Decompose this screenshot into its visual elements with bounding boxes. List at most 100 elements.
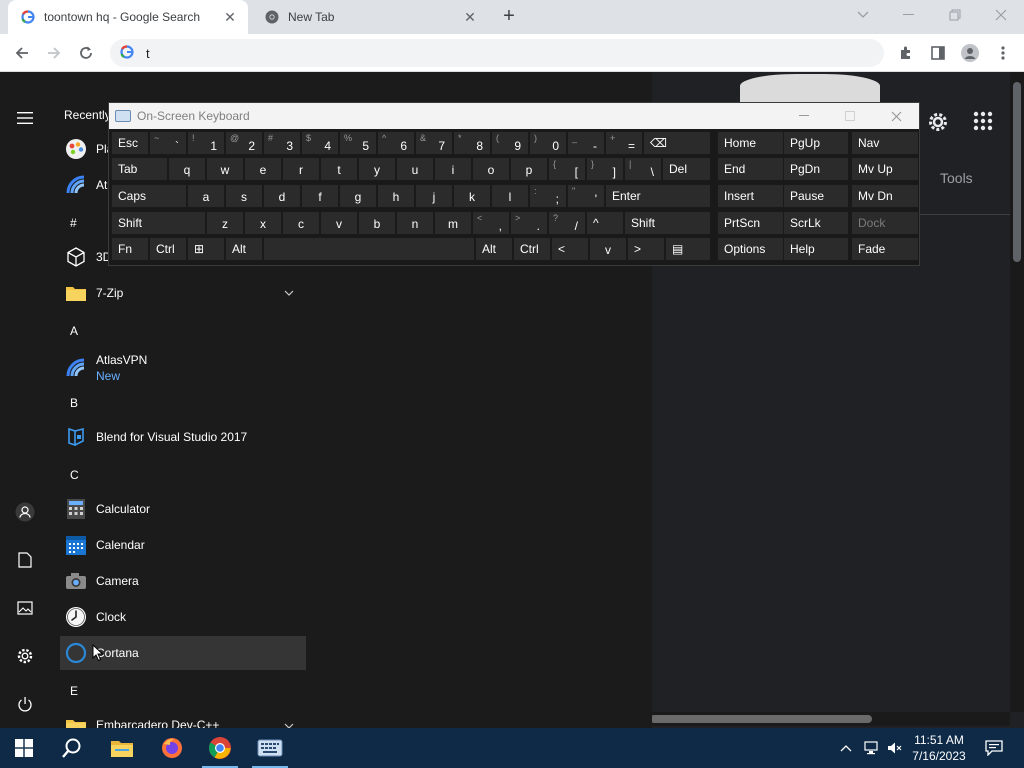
key-insert[interactable]: Insert	[717, 184, 785, 208]
key-l[interactable]: l	[491, 184, 529, 208]
side-panel-icon[interactable]	[925, 40, 951, 66]
chevron-down-icon[interactable]	[284, 287, 294, 299]
section-letter[interactable]: E	[70, 684, 78, 698]
section-letter[interactable]: B	[70, 396, 78, 410]
key-tab[interactable]: Tab	[111, 157, 168, 181]
scrollbar-thumb[interactable]	[650, 715, 872, 723]
app-item-camera[interactable]: Camera	[60, 564, 306, 598]
key-3[interactable]: #3	[263, 131, 301, 155]
horizontal-scrollbar[interactable]	[650, 712, 1010, 726]
tab-new-tab[interactable]: New Tab ✕	[252, 0, 488, 34]
vertical-scrollbar[interactable]	[1010, 72, 1024, 712]
key-7[interactable]: & 7	[415, 131, 453, 155]
key-6[interactable]: ^ 6	[377, 131, 415, 155]
close-tab-icon[interactable]: ✕	[220, 7, 240, 27]
kebab-menu-icon[interactable]	[990, 40, 1016, 66]
maximize-icon[interactable]	[827, 103, 873, 129]
onscreen-keyboard-icon[interactable]	[246, 728, 294, 768]
key--[interactable]: + =	[605, 131, 643, 155]
address-input[interactable]	[146, 45, 746, 61]
section-letter[interactable]: A	[70, 324, 78, 338]
close-icon[interactable]	[978, 0, 1024, 30]
key-4[interactable]: $4	[301, 131, 339, 155]
app-item-clock[interactable]: Clock	[60, 600, 306, 634]
minimize-icon[interactable]	[781, 103, 827, 129]
key-enter[interactable]: Enter	[605, 184, 711, 208]
key--[interactable]: <	[551, 237, 589, 261]
key-u[interactable]: u	[396, 157, 434, 181]
key-fn[interactable]: Fn	[111, 237, 149, 261]
tab-search-chevron-icon[interactable]	[840, 0, 886, 30]
key--[interactable]: | \	[624, 157, 662, 181]
restore-icon[interactable]	[932, 0, 978, 30]
hamburger-menu-icon[interactable]	[13, 106, 37, 130]
key-ctrl[interactable]: Ctrl	[149, 237, 187, 261]
key--[interactable]: ⊞	[187, 237, 225, 261]
key-nav[interactable]: Nav	[851, 131, 919, 155]
key-w[interactable]: w	[206, 157, 244, 181]
app-item-7zip[interactable]: 7-Zip	[60, 276, 306, 310]
section-letter[interactable]: #	[70, 216, 77, 230]
volume-muted-icon[interactable]	[884, 728, 906, 768]
key-help[interactable]: Help	[783, 237, 849, 261]
key-y[interactable]: y	[358, 157, 396, 181]
app-item-calculator[interactable]: Calculator	[60, 492, 306, 526]
key-t[interactable]: t	[320, 157, 358, 181]
key--[interactable]: _ -	[567, 131, 605, 155]
system-clock[interactable]: 11:51 AM 7/16/2023	[906, 732, 972, 764]
key-m[interactable]: m	[434, 211, 472, 235]
key-k[interactable]: k	[453, 184, 491, 208]
chrome-icon[interactable]	[196, 728, 244, 768]
key-home[interactable]: Home	[717, 131, 785, 155]
key-s[interactable]: s	[225, 184, 263, 208]
key-a[interactable]: a	[187, 184, 225, 208]
app-item-calendar[interactable]: Calendar	[60, 528, 306, 562]
key--[interactable]: ^	[586, 211, 624, 235]
key-c[interactable]: c	[282, 211, 320, 235]
key-0[interactable]: ) 0	[529, 131, 567, 155]
documents-icon[interactable]	[13, 548, 37, 572]
key-n[interactable]: n	[396, 211, 434, 235]
search-icon[interactable]	[48, 728, 96, 768]
key-5[interactable]: % 5	[339, 131, 377, 155]
key-b[interactable]: b	[358, 211, 396, 235]
network-icon[interactable]	[860, 728, 882, 768]
address-bar[interactable]	[110, 39, 884, 67]
key-2[interactable]: @2	[225, 131, 263, 155]
key-i[interactable]: i	[434, 157, 472, 181]
key-v[interactable]: v	[589, 237, 627, 261]
key--[interactable]: {[	[548, 157, 586, 181]
scrollbar-thumb[interactable]	[1013, 82, 1021, 262]
key-shift[interactable]: Shift	[624, 211, 711, 235]
on-screen-keyboard[interactable]: On-Screen Keyboard Esc ~ `! 1 @2 #3 $4% 5 ^ 6 & 7 * 8…	[108, 102, 920, 266]
key-caps[interactable]: Caps	[111, 184, 187, 208]
key-alt[interactable]: Alt	[475, 237, 513, 261]
settings-gear-icon[interactable]	[926, 110, 950, 134]
profile-avatar-icon[interactable]	[957, 40, 983, 66]
key-9[interactable]: (9	[491, 131, 529, 155]
tab-google-search[interactable]: toontown hq - Google Search ✕	[8, 0, 248, 34]
key--[interactable]: <,	[472, 211, 510, 235]
key-h[interactable]: h	[377, 184, 415, 208]
key-r[interactable]: r	[282, 157, 320, 181]
show-hidden-icons-chevron-icon[interactable]	[836, 728, 856, 768]
key-prtscn[interactable]: PrtScn	[717, 211, 785, 235]
key--[interactable]: ▤	[665, 237, 711, 261]
key--[interactable]: >	[627, 237, 665, 261]
reload-icon[interactable]	[73, 40, 99, 66]
windows-start-icon[interactable]	[0, 728, 48, 768]
key-8[interactable]: * 8	[453, 131, 491, 155]
key-pause[interactable]: Pause	[783, 184, 849, 208]
key-fade[interactable]: Fade	[851, 237, 919, 261]
user-account-icon[interactable]	[13, 500, 37, 524]
key-scrlk[interactable]: ScrLk	[783, 211, 849, 235]
firefox-icon[interactable]	[148, 728, 196, 768]
key--[interactable]: :;	[529, 184, 567, 208]
forward-arrow-icon[interactable]	[41, 40, 67, 66]
minimize-icon[interactable]	[886, 0, 932, 30]
extensions-puzzle-icon[interactable]	[893, 40, 919, 66]
app-item-atlasvpn[interactable]: AtlasVPN New	[60, 348, 306, 388]
key-o[interactable]: o	[472, 157, 510, 181]
key-dock[interactable]: Dock	[851, 211, 919, 235]
back-arrow-icon[interactable]	[9, 40, 35, 66]
